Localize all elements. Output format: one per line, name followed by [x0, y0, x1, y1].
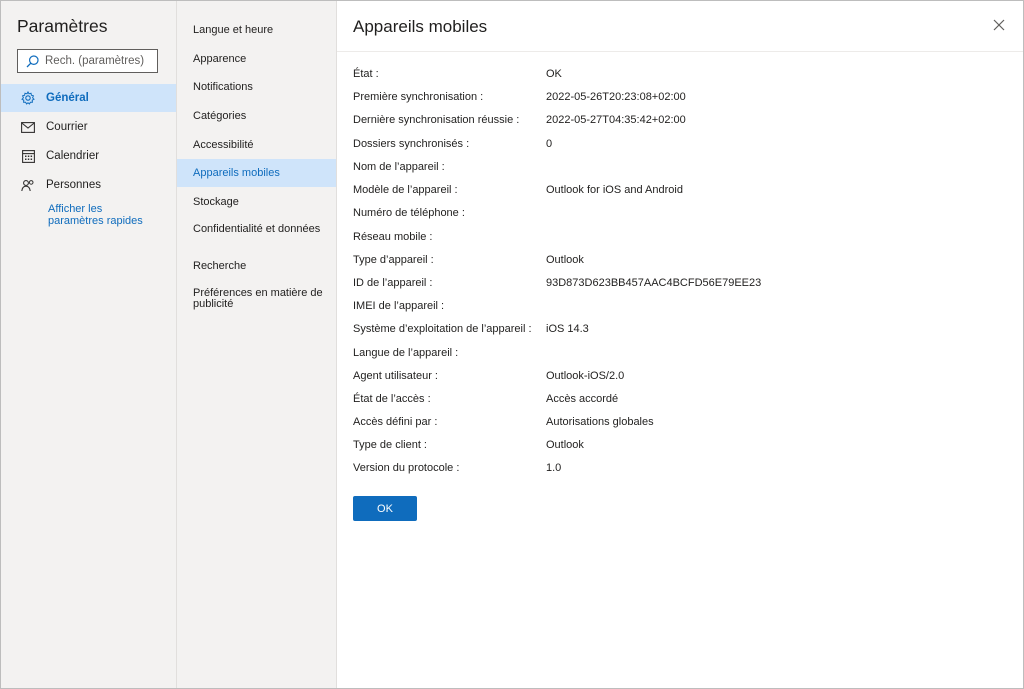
- search-icon: [26, 55, 39, 68]
- subnav-item-language-time[interactable]: Langue et heure: [177, 16, 336, 44]
- subnav-item-label: Appareils mobiles: [193, 167, 280, 179]
- ok-button[interactable]: OK: [353, 496, 417, 521]
- detail-value: OK: [546, 68, 562, 80]
- detail-label: Dernière synchronisation réussie :: [353, 114, 520, 126]
- subnav-item-label: Notifications: [193, 81, 253, 93]
- detail-label: Agent utilisateur :: [353, 370, 438, 382]
- detail-label: Version du protocole :: [353, 462, 460, 474]
- people-icon: [21, 178, 35, 192]
- detail-value: Outlook: [546, 439, 584, 451]
- mail-icon: [21, 120, 35, 134]
- detail-value: 2022-05-26T20:23:08+02:00: [546, 91, 686, 103]
- subnav-item-label: Langue et heure: [193, 24, 274, 36]
- detail-value: 0: [546, 138, 553, 150]
- mobile-device-details-pane: Appareils mobiles État : OK Première sync…: [337, 1, 1023, 688]
- settings-dialog: Paramètres Général: [0, 0, 1024, 689]
- subnav-item-ad-preferences[interactable]: Préférences en matière de publicité: [177, 281, 336, 317]
- subnav-item-label: Catégories: [193, 110, 247, 122]
- detail-label: Première synchronisation :: [353, 91, 484, 103]
- detail-label: Modèle de l’appareil :: [353, 184, 458, 196]
- detail-label: IMEI de l’appareil :: [353, 300, 445, 312]
- nav-item-label: Général: [46, 92, 89, 104]
- subnav-item-label: Recherche: [193, 260, 247, 272]
- detail-label: Réseau mobile :: [353, 231, 433, 243]
- settings-subcategory-pane: Langue et heure Apparence Notifications …: [177, 1, 337, 688]
- detail-label: Type de client :: [353, 439, 427, 451]
- detail-value: Outlook for iOS and Android: [546, 184, 683, 196]
- detail-value: 93D873D623BB457AAC4BCFD56E79EE23: [546, 277, 762, 289]
- detail-value: 1.0: [546, 462, 562, 474]
- detail-label: Système d’exploitation de l’appareil :: [353, 323, 532, 335]
- detail-label: Type d’appareil :: [353, 254, 434, 266]
- settings-search-box[interactable]: [17, 49, 158, 73]
- subnav-item-storage[interactable]: Stockage: [177, 188, 336, 216]
- nav-item-calendar[interactable]: Calendrier: [1, 142, 176, 170]
- detail-value: Accès accordé: [546, 393, 619, 405]
- detail-value: Outlook-iOS/2.0: [546, 370, 625, 382]
- subnav-item-label: Accessibilité: [193, 139, 254, 151]
- nav-item-general[interactable]: Général: [1, 84, 176, 112]
- detail-value: Autorisations globales: [546, 416, 654, 428]
- detail-value: Outlook: [546, 254, 584, 266]
- quick-settings-link[interactable]: Afficher les paramètres rapides: [48, 203, 158, 227]
- detail-label: Nom de l’appareil :: [353, 161, 445, 173]
- detail-label: Accès défini par :: [353, 416, 438, 428]
- nav-item-label: Personnes: [46, 179, 101, 191]
- subnav-item-accessibility[interactable]: Accessibilité: [177, 131, 336, 159]
- subnav-item-mobile-devices[interactable]: Appareils mobiles: [177, 159, 336, 187]
- subnav-item-label: Apparence: [193, 53, 247, 65]
- detail-label: Numéro de téléphone :: [353, 207, 465, 219]
- nav-item-people[interactable]: Personnes: [1, 171, 176, 199]
- detail-label: Dossiers synchronisés :: [353, 138, 470, 150]
- detail-label: État :: [353, 68, 379, 80]
- header-divider: [337, 51, 1023, 52]
- subnav-item-search[interactable]: Recherche: [177, 253, 336, 281]
- nav-item-mail[interactable]: Courrier: [1, 113, 176, 141]
- close-icon[interactable]: [992, 18, 1006, 32]
- detail-label: État de l’accès :: [353, 393, 431, 405]
- settings-title: Paramètres: [17, 16, 108, 36]
- subnav-item-label: Stockage: [193, 196, 239, 208]
- subnav-item-label: Confidentialité et données: [193, 223, 321, 235]
- subnav-item-appearance[interactable]: Apparence: [177, 45, 336, 73]
- settings-category-pane: Paramètres Général: [1, 1, 177, 688]
- detail-value: iOS 14.3: [546, 323, 589, 335]
- subnav-item-privacy[interactable]: Confidentialité et données: [177, 217, 336, 253]
- detail-label: Langue de l’appareil :: [353, 347, 459, 359]
- search-input[interactable]: [45, 53, 153, 69]
- subnav-item-label: Préférences en matière de publicité: [193, 287, 323, 310]
- nav-item-label: Calendrier: [46, 150, 100, 162]
- page-title: Appareils mobiles: [353, 17, 488, 36]
- gear-icon: [21, 91, 35, 105]
- subnav-item-categories[interactable]: Catégories: [177, 102, 336, 130]
- nav-item-label: Courrier: [46, 121, 88, 133]
- subnav-item-notifications[interactable]: Notifications: [177, 73, 336, 101]
- detail-label: ID de l’appareil :: [353, 277, 433, 289]
- calendar-icon: [21, 149, 35, 163]
- detail-value: 2022-05-27T04:35:42+02:00: [546, 114, 686, 126]
